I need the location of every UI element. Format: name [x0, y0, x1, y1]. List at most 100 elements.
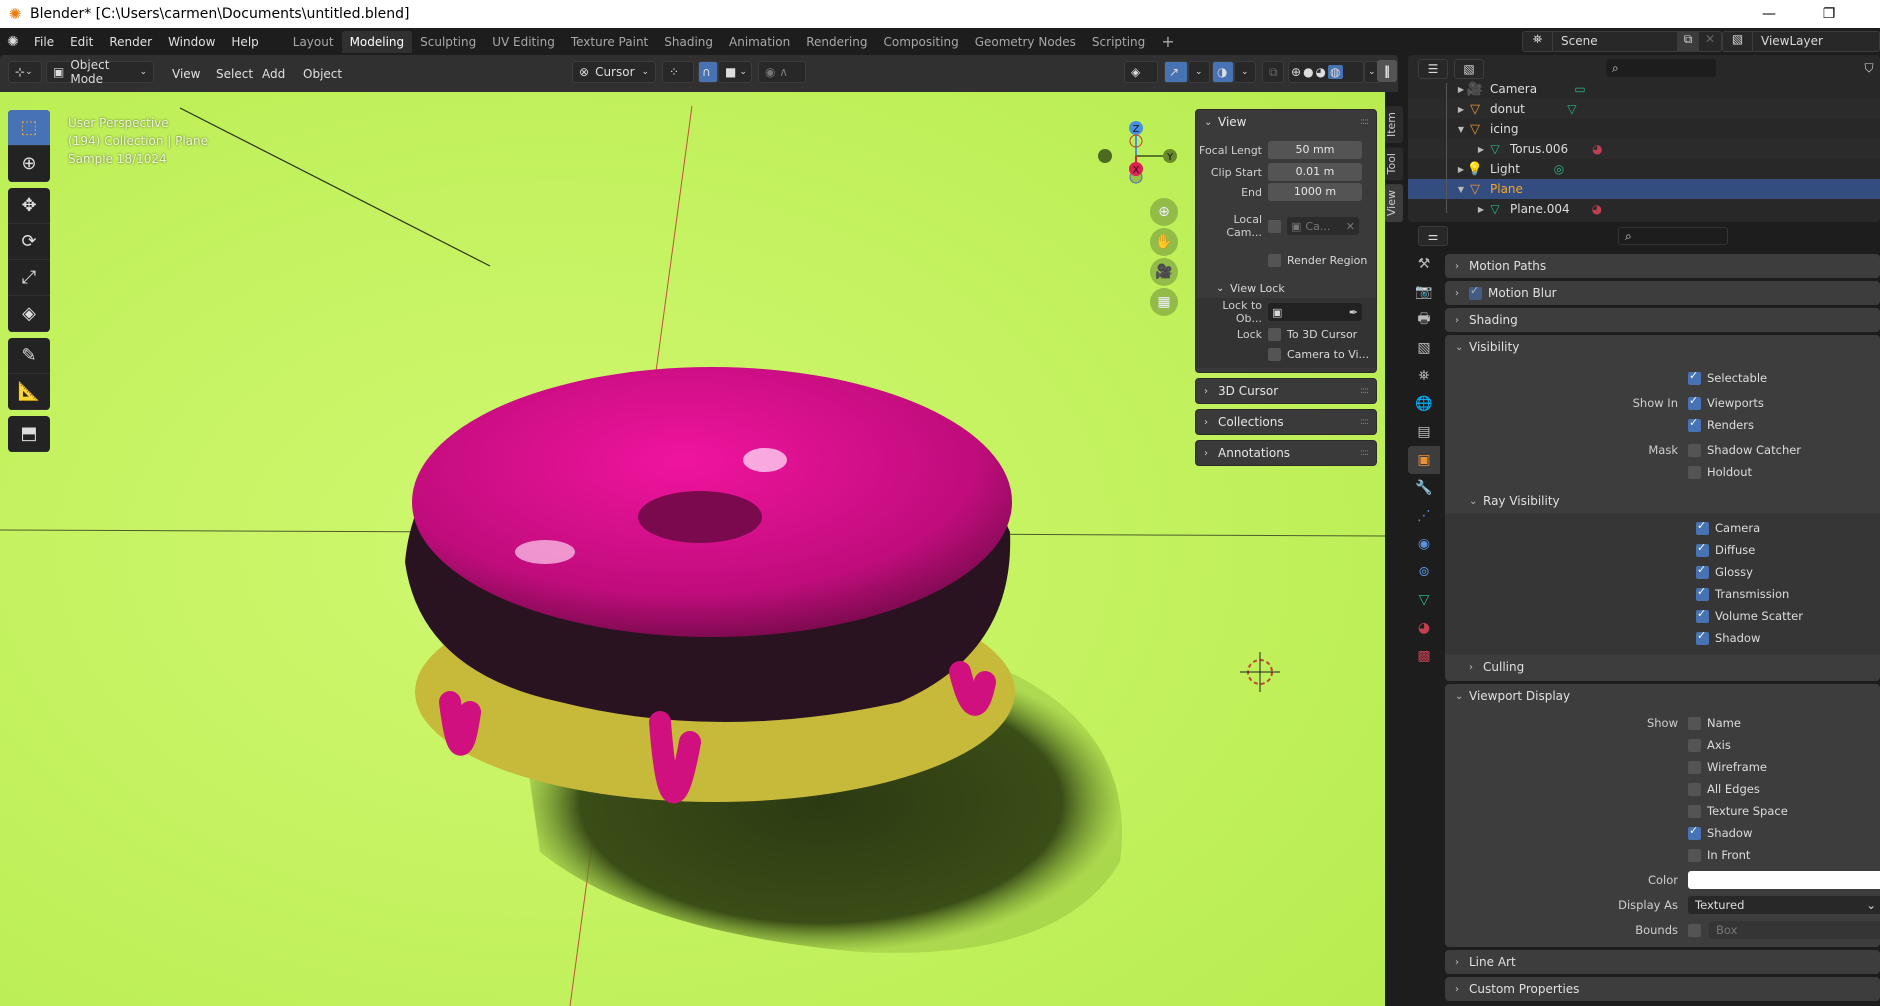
ray-diffuse-checkbox[interactable]: [1696, 541, 1709, 557]
neg-y-axis-ball[interactable]: [1098, 149, 1112, 163]
proportional-edit-button[interactable]: ◉ ∧: [758, 61, 806, 83]
tab-output[interactable]: 🖶: [1408, 306, 1440, 334]
3d-cursor-panel[interactable]: › 3D Cursor::::: [1195, 378, 1377, 404]
properties-search-input[interactable]: ⌕: [1618, 227, 1728, 245]
menu-file[interactable]: File: [26, 31, 62, 53]
visibility-header[interactable]: ⌄ Visibility: [1445, 335, 1880, 359]
minimize-button[interactable]: —: [1746, 0, 1792, 28]
color-swatch[interactable]: [1688, 871, 1880, 889]
line-art-panel[interactable]: › Line Art: [1445, 950, 1880, 974]
solid-shading-icon[interactable]: ●: [1303, 65, 1313, 79]
ray-shadow-checkbox[interactable]: [1696, 629, 1709, 645]
tab-texture-paint[interactable]: Texture Paint: [563, 31, 656, 53]
tab-tool[interactable]: Tool: [1385, 147, 1403, 181]
camera-to-view-checkbox[interactable]: [1268, 347, 1281, 361]
add-workspace-button[interactable]: +: [1153, 31, 1182, 53]
show-texture-space-checkbox[interactable]: [1688, 804, 1701, 818]
menu-window[interactable]: Window: [160, 31, 223, 53]
menu-help[interactable]: Help: [223, 31, 266, 53]
selectable-checkbox[interactable]: [1688, 369, 1701, 385]
overlay-toggle[interactable]: ◑: [1212, 61, 1234, 83]
3d-viewport[interactable]: ⬚ ◧ ◨ ◩ ⬚ Options ⌄: [0, 92, 1385, 1006]
blender-menu-icon[interactable]: ✺: [0, 34, 26, 50]
material-icon[interactable]: ◕: [1592, 142, 1602, 156]
collapse-arrow-icon[interactable]: ▼: [1456, 185, 1466, 194]
mesh-data-icon[interactable]: ▽: [1563, 102, 1581, 116]
tab-layout[interactable]: Layout: [285, 31, 342, 53]
tab-object-data[interactable]: ▽: [1408, 586, 1440, 614]
tab-constraints[interactable]: ⊚: [1408, 558, 1440, 586]
tab-collection[interactable]: ▤: [1408, 418, 1440, 446]
tab-item[interactable]: Item: [1385, 106, 1403, 144]
holdout-checkbox[interactable]: [1688, 465, 1701, 479]
drag-grip-icon[interactable]: ::::: [1360, 448, 1369, 458]
move-tool[interactable]: ✥: [8, 188, 50, 224]
expand-arrow-icon[interactable]: ▶: [1476, 145, 1486, 154]
tab-view[interactable]: View: [1385, 184, 1403, 223]
outliner-row-plane[interactable]: ▼ ▽ Plane: [1408, 179, 1880, 199]
gizmo-dropdown[interactable]: ⌄: [1188, 61, 1210, 83]
tab-shading[interactable]: Shading: [656, 31, 721, 53]
show-wireframe-checkbox[interactable]: [1688, 760, 1701, 774]
show-shadow-checkbox[interactable]: [1688, 824, 1701, 840]
drag-grip-icon[interactable]: ::::: [1360, 386, 1369, 396]
scene-selector[interactable]: ⛯ Scene ⧉ ✕: [1522, 31, 1722, 52]
tab-modeling[interactable]: Modeling: [341, 30, 413, 53]
ray-visibility-header[interactable]: ⌄ Ray Visibility: [1445, 489, 1880, 513]
transform-tool[interactable]: ◈: [8, 296, 50, 332]
rotate-tool[interactable]: ⟳: [8, 224, 50, 260]
drag-grip-icon[interactable]: ::::: [1360, 117, 1369, 127]
material-shading-icon[interactable]: ◕: [1316, 65, 1326, 79]
tab-animation[interactable]: Animation: [721, 31, 798, 53]
menu-edit[interactable]: Edit: [62, 31, 101, 53]
motion-blur-checkbox[interactable]: [1469, 284, 1482, 300]
viewlayer-selector[interactable]: ▧ ViewLayer: [1722, 31, 1880, 52]
expand-arrow-icon[interactable]: ▶: [1456, 105, 1466, 114]
transform-orientation-button[interactable]: ⁘: [662, 61, 694, 83]
xray-toggle[interactable]: ⧉: [1262, 61, 1284, 83]
snap-toggle[interactable]: ∩: [698, 61, 718, 83]
select-box-tool[interactable]: ⬚: [8, 110, 50, 146]
renders-checkbox[interactable]: [1688, 416, 1701, 432]
pause-render-button[interactable]: ‖: [1377, 60, 1397, 82]
tab-modifiers[interactable]: 🔧: [1408, 474, 1440, 502]
tab-compositing[interactable]: Compositing: [875, 31, 966, 53]
pivot-dropdown[interactable]: ⊗ Cursor ⌄: [572, 61, 656, 83]
material-icon[interactable]: ◕: [1592, 202, 1602, 216]
measure-tool[interactable]: 📐: [8, 374, 50, 410]
expand-arrow-icon[interactable]: ▶: [1476, 205, 1486, 214]
wireframe-shading-icon[interactable]: ⊕: [1291, 65, 1301, 79]
tab-rendering[interactable]: Rendering: [798, 31, 875, 53]
outliner-row-camera[interactable]: ▶ 🎥 Camera ▭: [1408, 79, 1880, 99]
outliner-row-light[interactable]: ▶ 💡 Light ◎: [1408, 159, 1880, 179]
show-name-checkbox[interactable]: [1688, 716, 1701, 730]
annotate-tool[interactable]: ✎: [8, 338, 50, 374]
restore-button[interactable]: ❐: [1806, 0, 1852, 28]
collections-panel[interactable]: › Collections::::: [1195, 409, 1377, 435]
gizmo-toggle[interactable]: ↗: [1164, 61, 1188, 83]
tab-physics[interactable]: ◉: [1408, 530, 1440, 558]
new-scene-icon[interactable]: ⧉: [1677, 32, 1699, 51]
shadow-catcher-checkbox[interactable]: [1688, 443, 1701, 457]
viewlayer-name[interactable]: ViewLayer: [1753, 32, 1879, 51]
visibility-dropdown[interactable]: ◈: [1124, 61, 1158, 83]
delete-scene-icon[interactable]: ✕: [1699, 32, 1721, 51]
culling-header[interactable]: › Culling: [1445, 655, 1880, 679]
collapse-arrow-icon[interactable]: ▼: [1456, 125, 1466, 134]
light-data-icon[interactable]: ◎: [1550, 162, 1568, 176]
editor-type-button[interactable]: ⊹ ⌄: [8, 61, 42, 83]
bounds-type-dropdown[interactable]: Box: [1709, 921, 1880, 939]
local-camera-field[interactable]: ▣ Ca... ✕: [1287, 217, 1359, 235]
local-camera-checkbox[interactable]: [1268, 219, 1281, 233]
properties-editor-type-button[interactable]: ⚌: [1418, 226, 1448, 246]
tab-world[interactable]: 🌐: [1408, 390, 1440, 418]
menu-render[interactable]: Render: [101, 31, 160, 53]
tab-render[interactable]: 📷: [1408, 278, 1440, 306]
expand-arrow-icon[interactable]: ▶: [1456, 85, 1466, 94]
tab-texture[interactable]: ▩: [1408, 642, 1440, 670]
camera-view-button[interactable]: 🎥: [1150, 258, 1178, 286]
clear-icon[interactable]: ✕: [1346, 220, 1355, 233]
tab-sculpting[interactable]: Sculpting: [412, 31, 484, 53]
expand-arrow-icon[interactable]: ▶: [1456, 165, 1466, 174]
viewports-checkbox[interactable]: [1688, 394, 1701, 410]
